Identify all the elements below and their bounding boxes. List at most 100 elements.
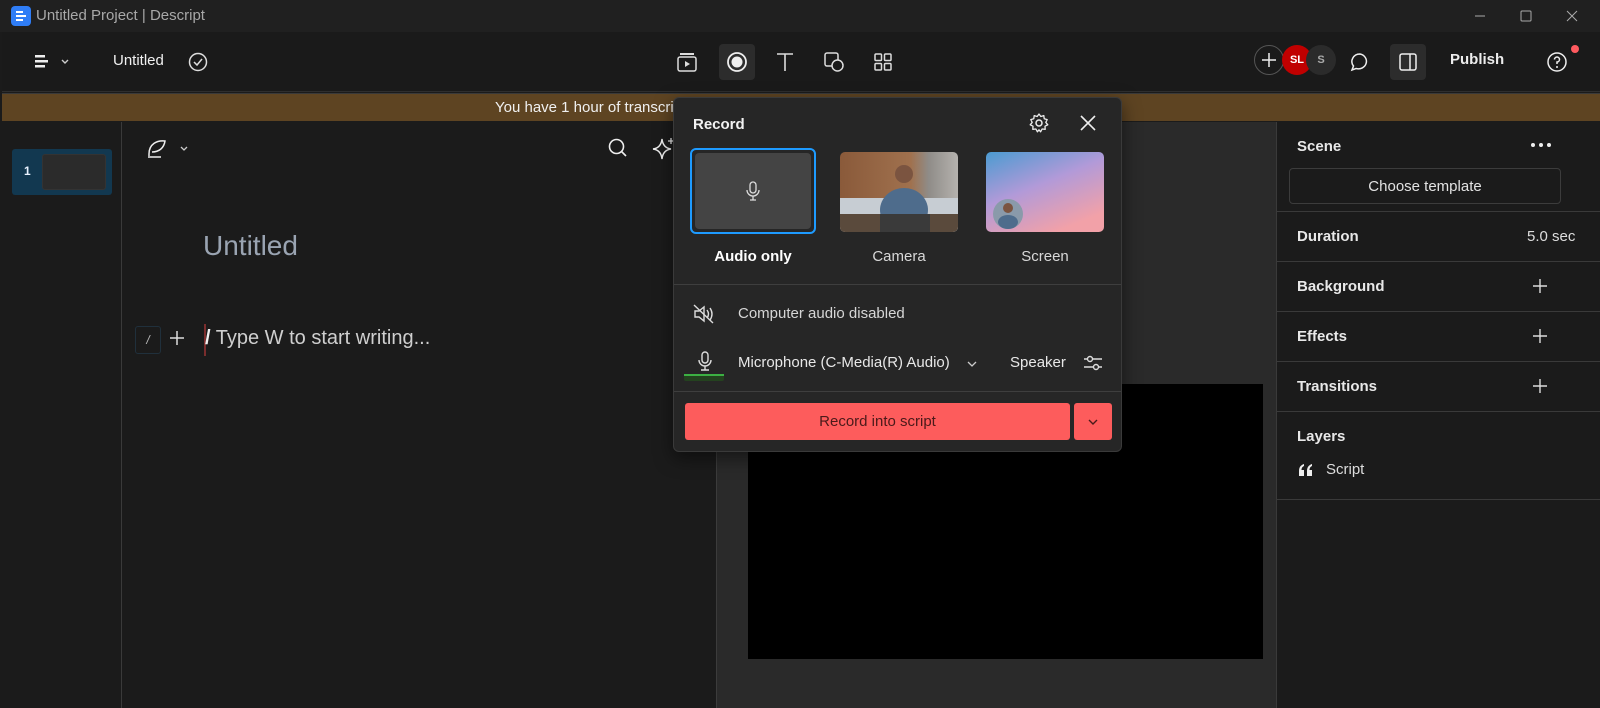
window-title: Untitled Project | Descript: [36, 7, 205, 24]
mode-label: Screen: [1021, 248, 1069, 265]
app-menu-button[interactable]: [28, 44, 76, 80]
plus-icon: [1261, 52, 1277, 68]
layer-name: Script: [1326, 461, 1365, 478]
check-circle-icon: [187, 51, 209, 73]
chevron-down-icon: [1087, 416, 1099, 428]
chevron-down-icon: [966, 358, 978, 370]
effects-label: Effects: [1297, 328, 1348, 345]
computer-audio-toggle[interactable]: [692, 303, 716, 325]
choose-template-button[interactable]: Choose template: [1289, 168, 1561, 204]
mode-screen[interactable]: [986, 152, 1104, 232]
background-section[interactable]: Background: [1277, 262, 1600, 312]
add-block-button[interactable]: [168, 329, 186, 347]
microphone-name: Microphone (C-Media(R) Audio): [738, 354, 950, 371]
plus-icon: [1531, 377, 1549, 395]
plus-icon: [168, 329, 186, 347]
audio-settings-button[interactable]: [1082, 352, 1104, 374]
saved-status: [180, 44, 216, 80]
slash-command-button[interactable]: /: [135, 326, 161, 354]
publish-button[interactable]: Publish: [1450, 51, 1504, 68]
microphone-icon: [696, 350, 714, 372]
duration-value[interactable]: 5.0 sec: [1527, 228, 1575, 245]
notification-dot: [1571, 45, 1579, 53]
camera-thumbnail: [840, 152, 958, 232]
editor-placeholder[interactable]: / Type W to start writing...: [205, 327, 430, 350]
quote-icon: [1297, 462, 1315, 478]
divider: [674, 391, 1121, 392]
record-settings-button[interactable]: [1028, 112, 1050, 134]
screen-thumbnail: [986, 152, 1104, 232]
avatar[interactable]: S: [1306, 45, 1336, 75]
transitions-section[interactable]: Transitions: [1277, 362, 1600, 412]
scene-number: 1: [24, 164, 31, 178]
toolbar: Untitled SL S Publish: [2, 32, 1600, 92]
layers-section: Layers Script: [1277, 412, 1600, 500]
divider: [674, 284, 1121, 285]
shapes-button[interactable]: [816, 44, 852, 80]
placeholder-text: Type W to start writing...: [210, 327, 431, 349]
mic-level-meter: [684, 350, 724, 384]
document-title[interactable]: Untitled: [203, 230, 298, 262]
project-name[interactable]: Untitled: [113, 52, 164, 69]
close-window-button[interactable]: [1549, 0, 1595, 32]
duration-label: Duration: [1297, 228, 1359, 245]
microphone-icon: [744, 180, 762, 202]
gear-icon: [1028, 112, 1050, 134]
toggle-panel-button[interactable]: [1390, 44, 1426, 80]
feather-pen-icon: [145, 136, 195, 162]
record-popup-title: Record: [693, 116, 745, 133]
mode-audio-only[interactable]: [690, 148, 816, 234]
comments-button[interactable]: [1342, 44, 1378, 80]
add-transition-button[interactable]: [1531, 377, 1549, 395]
close-popup-button[interactable]: [1078, 113, 1098, 133]
record-options-dropdown[interactable]: [1074, 403, 1112, 440]
text-button[interactable]: [767, 44, 803, 80]
descript-menu-icon: [32, 52, 72, 72]
text-icon: [773, 50, 797, 74]
help-icon: [1545, 50, 1569, 74]
background-label: Background: [1297, 278, 1385, 295]
record-popup: Record Audio only Camera Screen Computer…: [673, 97, 1122, 452]
media-button[interactable]: [669, 44, 705, 80]
sliders-icon: [1082, 352, 1104, 374]
effects-section[interactable]: Effects: [1277, 312, 1600, 362]
record-button[interactable]: [719, 44, 755, 80]
scene-section: Scene Choose template: [1277, 122, 1600, 212]
mode-label: Audio only: [714, 248, 792, 265]
record-into-script-button[interactable]: Record into script: [685, 403, 1070, 440]
search-button[interactable]: [606, 136, 630, 160]
properties-panel: Scene Choose template Duration 5.0 sec B…: [1276, 122, 1600, 708]
audio-only-thumbnail: [695, 153, 811, 229]
elements-button[interactable]: [865, 44, 901, 80]
title-bar: Untitled Project | Descript: [0, 0, 1600, 32]
mode-label: Camera: [872, 248, 926, 265]
minimize-button[interactable]: [1457, 0, 1503, 32]
maximize-button[interactable]: [1503, 0, 1549, 32]
mode-camera[interactable]: [840, 152, 958, 232]
grid-icon: [871, 50, 895, 74]
help-button[interactable]: [1539, 44, 1575, 80]
mic-level-track: [684, 376, 724, 381]
scene-label: Scene: [1297, 138, 1342, 155]
add-effect-button[interactable]: [1531, 327, 1549, 345]
transitions-label: Transitions: [1297, 378, 1378, 395]
shapes-icon: [822, 50, 846, 74]
plus-icon: [1531, 327, 1549, 345]
scene-more-button[interactable]: [1529, 140, 1553, 150]
comment-icon: [1349, 51, 1371, 73]
scene-card[interactable]: 1: [12, 149, 112, 195]
speaker-button[interactable]: Speaker: [1010, 354, 1066, 371]
sidebar-panel-icon: [1397, 51, 1419, 73]
script-editor[interactable]: Untitled / / Type W to start writing...: [123, 122, 716, 708]
writing-mode-button[interactable]: [145, 136, 195, 162]
scene-thumbnail: [42, 154, 106, 190]
duration-section: Duration 5.0 sec: [1277, 212, 1600, 262]
computer-audio-status: Computer audio disabled: [738, 305, 905, 322]
add-background-button[interactable]: [1531, 277, 1549, 295]
search-icon: [606, 136, 630, 160]
add-collaborator-button[interactable]: [1254, 45, 1284, 75]
layers-label: Layers: [1297, 428, 1346, 445]
layer-item[interactable]: Script: [1297, 458, 1587, 484]
media-library-icon: [675, 50, 699, 74]
microphone-select[interactable]: Microphone (C-Media(R) Audio): [738, 354, 988, 376]
